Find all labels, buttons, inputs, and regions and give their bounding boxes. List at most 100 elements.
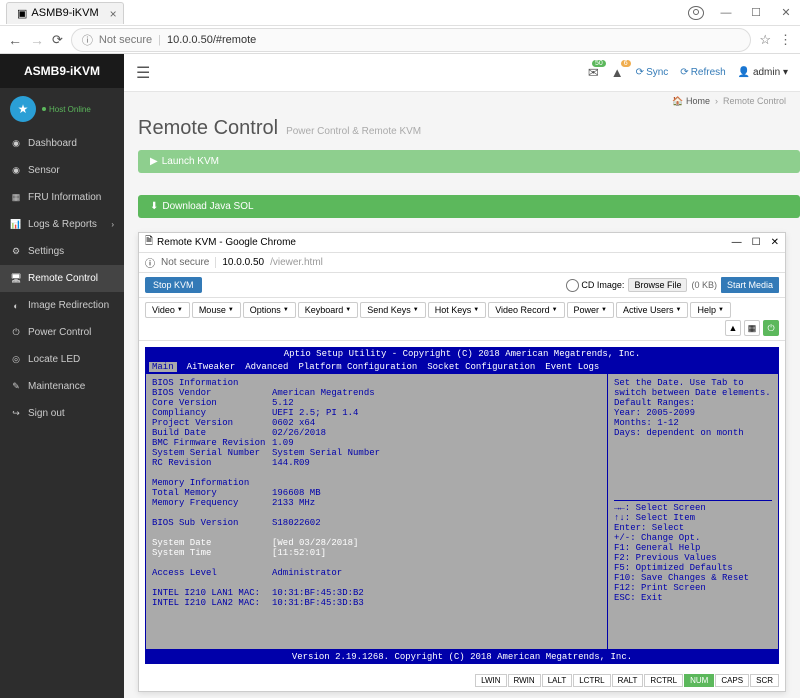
alert-icon-button[interactable]: ▲ bbox=[725, 320, 741, 336]
chevron-right-icon: › bbox=[111, 220, 114, 229]
kvm-menubar: Video ▼Mouse ▼Options ▼Keyboard ▼Send Ke… bbox=[139, 298, 785, 341]
nav-label: Settings bbox=[28, 246, 64, 257]
notification-mail-icon[interactable]: ✉50 bbox=[588, 65, 599, 81]
key-indicator-caps[interactable]: CAPS bbox=[715, 674, 749, 687]
bookmark-icon[interactable]: ☆ bbox=[759, 32, 771, 48]
star-icon: ★ bbox=[10, 96, 36, 122]
reload-icon[interactable]: ⟳ bbox=[52, 32, 63, 48]
key-indicator-lwin[interactable]: LWIN bbox=[475, 674, 506, 687]
sidebar-item-sensor[interactable]: ◉Sensor bbox=[0, 157, 124, 184]
menu-power[interactable]: Power ▼ bbox=[567, 302, 614, 318]
close-window-icon[interactable]: ✕ bbox=[778, 6, 794, 19]
minimize-icon[interactable]: — bbox=[718, 7, 734, 19]
sidebar-item-logs-&-reports[interactable]: 📊Logs & Reports› bbox=[0, 211, 124, 238]
user-avatar-icon[interactable] bbox=[688, 6, 704, 20]
sidebar-item-fru-information[interactable]: ▦FRU Information bbox=[0, 184, 124, 211]
bios-tab-platform-configuration[interactable]: Platform Configuration bbox=[298, 362, 417, 372]
kvm-minimize-icon[interactable]: — bbox=[732, 237, 742, 248]
cd-image-radio[interactable]: CD Image: bbox=[566, 279, 624, 292]
launch-kvm-button[interactable]: ▶ Launch KVM bbox=[138, 150, 800, 173]
menu-active-users[interactable]: Active Users ▼ bbox=[616, 302, 688, 318]
breadcrumb: 🏠 Home › Remote Control bbox=[124, 92, 800, 117]
menu-send-keys[interactable]: Send Keys ▼ bbox=[360, 302, 425, 318]
user-menu[interactable]: 👤 admin ▾ bbox=[738, 67, 788, 78]
bios-tab-main[interactable]: Main bbox=[149, 362, 177, 372]
nav-label: Remote Control bbox=[28, 273, 98, 284]
browser-tab[interactable]: ▣ ASMB9-iKVM × bbox=[6, 2, 124, 24]
kvm-url-host: 10.0.0.50 bbox=[222, 257, 264, 268]
chevron-down-icon: ▼ bbox=[345, 307, 351, 313]
chrome-menu-icon[interactable]: ⋮ bbox=[779, 32, 792, 48]
chevron-down-icon: ▼ bbox=[177, 307, 183, 313]
kvm-not-secure: Not secure bbox=[161, 257, 216, 268]
close-icon[interactable]: × bbox=[110, 7, 117, 21]
kvm-window-title: Remote KVM - Google Chrome bbox=[157, 237, 296, 248]
sync-link[interactable]: ⟳ Sync bbox=[636, 67, 669, 78]
stop-kvm-button[interactable]: Stop KVM bbox=[145, 277, 202, 293]
sidebar-item-settings[interactable]: ⚙Settings bbox=[0, 238, 124, 265]
key-indicator-ralt[interactable]: RALT bbox=[612, 674, 644, 687]
forward-icon[interactable]: → bbox=[30, 32, 44, 48]
menu-keyboard[interactable]: Keyboard ▼ bbox=[298, 302, 358, 318]
sidebar-item-dashboard[interactable]: ◉Dashboard bbox=[0, 130, 124, 157]
maximize-icon[interactable]: ☐ bbox=[748, 6, 764, 19]
sidebar-item-maintenance[interactable]: ✎Maintenance bbox=[0, 373, 124, 400]
address-bar[interactable]: ⓘ Not secure | 10.0.0.50/#remote bbox=[71, 28, 751, 52]
kvm-maximize-icon[interactable]: ☐ bbox=[752, 237, 761, 248]
sidebar-item-sign-out[interactable]: ↪Sign out bbox=[0, 400, 124, 427]
key-indicator-rwin[interactable]: RWIN bbox=[508, 674, 541, 687]
menu-mouse[interactable]: Mouse ▼ bbox=[192, 302, 241, 318]
key-indicator-lalt[interactable]: LALT bbox=[542, 674, 573, 687]
sidebar: ASMB9-iKVM ★ Host Online ◉Dashboard◉Sens… bbox=[0, 54, 124, 698]
key-indicator-scr[interactable]: SCR bbox=[750, 674, 779, 687]
back-icon[interactable]: ← bbox=[8, 32, 22, 48]
key-indicator-num[interactable]: NUM bbox=[684, 674, 714, 687]
breadcrumb-current: Remote Control bbox=[723, 96, 786, 106]
menu-hot-keys[interactable]: Hot Keys ▼ bbox=[428, 302, 486, 318]
nav-label: Locate LED bbox=[28, 354, 80, 365]
bios-footer: Version 2.19.1268. Copyright (C) 2018 Am… bbox=[145, 650, 779, 664]
browser-urlbar: ← → ⟳ ⓘ Not secure | 10.0.0.50/#remote ☆… bbox=[0, 26, 800, 54]
nav-label: Image Redirection bbox=[28, 300, 109, 311]
window-controls: — ☐ ✕ bbox=[688, 6, 794, 20]
bios-tab-aitweaker[interactable]: AiTweaker bbox=[187, 362, 236, 372]
screenshot-icon-button[interactable]: ▦ bbox=[744, 320, 760, 336]
refresh-link[interactable]: ⟳ Refresh bbox=[680, 67, 725, 78]
bios-tab-advanced[interactable]: Advanced bbox=[245, 362, 288, 372]
nav-label: Power Control bbox=[28, 327, 91, 338]
info-icon[interactable]: ⓘ bbox=[82, 32, 93, 48]
kvm-urlbar: ⓘ Not secure 10.0.0.50/viewer.html bbox=[139, 253, 785, 273]
start-media-button[interactable]: Start Media bbox=[721, 277, 779, 293]
menu-video[interactable]: Video ▼ bbox=[145, 302, 190, 318]
sidebar-item-locate-led[interactable]: ◎Locate LED bbox=[0, 346, 124, 373]
kvm-close-icon[interactable]: ✕ bbox=[771, 237, 779, 248]
nav-icon: 🖥 bbox=[10, 273, 22, 284]
file-size-label: (0 KB) bbox=[691, 280, 717, 290]
key-indicator-rctrl[interactable]: RCTRL bbox=[644, 674, 683, 687]
sidebar-item-remote-control[interactable]: 🖥 Remote Control bbox=[0, 265, 124, 292]
menu-video-record[interactable]: Video Record ▼ bbox=[488, 302, 564, 318]
chevron-down-icon: ▼ bbox=[283, 307, 289, 313]
sidebar-item-power-control[interactable]: ⏻ Power Control bbox=[0, 319, 124, 346]
chevron-down-icon: ▼ bbox=[228, 307, 234, 313]
menu-options[interactable]: Options ▼ bbox=[243, 302, 296, 318]
keyboard-indicators: LWINRWINLALTLCTRLRALTRCTRLNUMCAPSSCR bbox=[139, 670, 785, 691]
key-indicator-lctrl[interactable]: LCTRL bbox=[573, 674, 610, 687]
info-icon[interactable]: ⓘ bbox=[145, 255, 155, 270]
nav-icon: 📊 bbox=[10, 219, 22, 230]
power-icon-button[interactable]: ⏻ bbox=[763, 320, 779, 336]
nav-icon: ⏻ bbox=[10, 327, 22, 338]
tab-favicon: ▣ bbox=[17, 7, 27, 20]
hamburger-icon[interactable]: ☰ bbox=[136, 63, 150, 83]
breadcrumb-home[interactable]: 🏠 Home bbox=[672, 96, 710, 106]
download-java-sol-button[interactable]: ⬇ Download Java SOL bbox=[138, 195, 800, 218]
notification-alert-icon[interactable]: ▲6 bbox=[611, 65, 624, 80]
browse-file-button[interactable]: Browse File bbox=[628, 278, 687, 292]
menu-help[interactable]: Help ▼ bbox=[690, 302, 730, 318]
sidebar-item-image-redirection[interactable]: ◐Image Redirection bbox=[0, 292, 124, 319]
page-title: Remote Control bbox=[138, 117, 278, 140]
bios-tab-event-logs[interactable]: Event Logs bbox=[545, 362, 599, 372]
kvm-url-path: /viewer.html bbox=[270, 257, 323, 268]
bios-tab-socket-configuration[interactable]: Socket Configuration bbox=[427, 362, 535, 372]
host-status-badge: ★ Host Online bbox=[0, 88, 124, 130]
